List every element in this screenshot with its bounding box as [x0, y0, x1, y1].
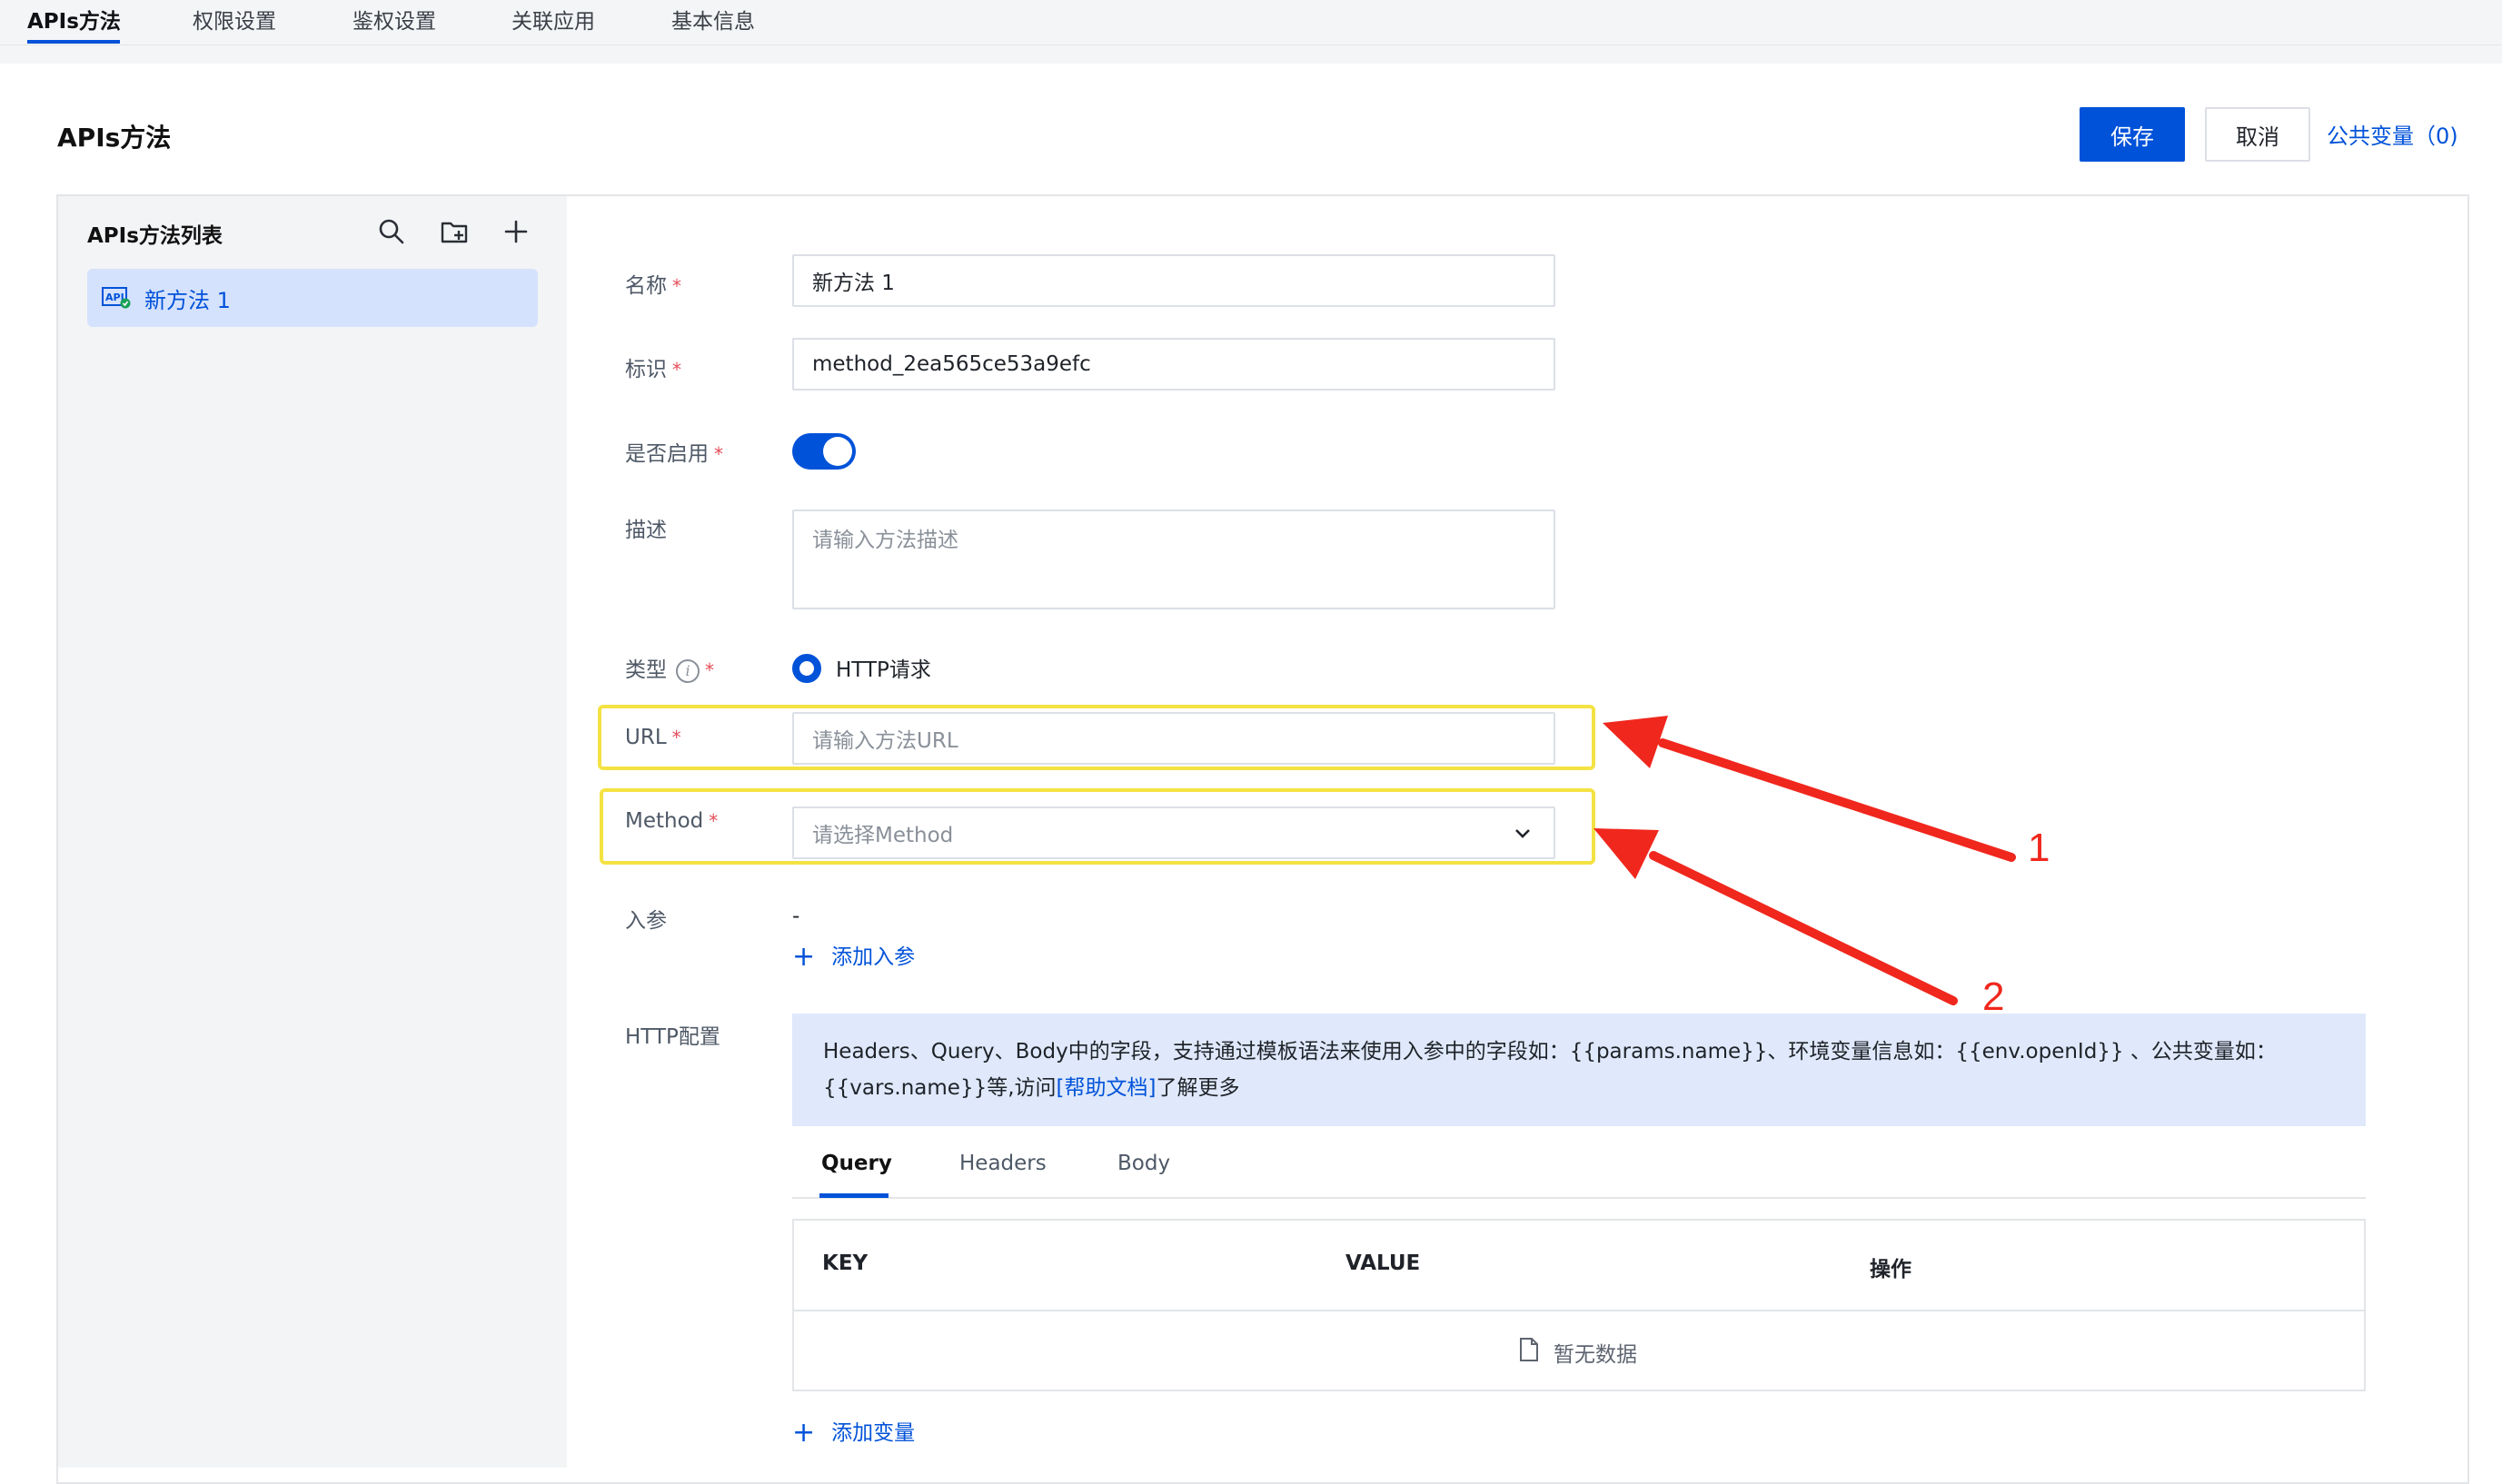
tab-body[interactable]: Body: [1117, 1152, 1170, 1175]
identifier-label: 标识 *: [625, 358, 681, 381]
column-actions: 操作: [1870, 1258, 1911, 1281]
http-request-radio[interactable]: [792, 654, 821, 683]
help-doc-link[interactable]: [帮助文档]: [1057, 1076, 1157, 1100]
toggle-knob: [823, 437, 852, 466]
identifier-input[interactable]: method_2ea565ce53a9efc: [792, 338, 1555, 391]
template-syntax-notice: Headers、Query、Body中的字段，支持通过模板语法来使用入参中的字段…: [792, 1014, 2366, 1126]
tab-auth-settings[interactable]: 鉴权设置: [352, 4, 436, 35]
http-request-radio-label: HTTP请求: [836, 658, 931, 682]
active-subtab-indicator: [819, 1193, 889, 1198]
http-config-tabs: Query Headers Body: [792, 1152, 2366, 1199]
name-input[interactable]: 新方法 1: [792, 254, 1555, 307]
plus-icon: +: [792, 941, 816, 973]
column-value: VALUE: [1345, 1252, 1421, 1275]
method-label: Method *: [625, 809, 719, 833]
tab-permissions[interactable]: 权限设置: [193, 4, 276, 35]
plus-icon[interactable]: [501, 216, 531, 247]
cancel-button[interactable]: 取消: [2205, 107, 2310, 162]
save-button[interactable]: 保存: [2080, 107, 2185, 162]
enabled-label: 是否启用 *: [625, 442, 723, 466]
tab-query[interactable]: Query: [821, 1152, 892, 1175]
params-label: 入参: [625, 909, 667, 933]
type-label: 类型 i *: [625, 658, 714, 683]
plus-icon: +: [792, 1417, 816, 1449]
sidebar-title: APIs方法列表: [87, 224, 223, 248]
description-label: 描述: [625, 519, 667, 542]
tab-basic-info[interactable]: 基本信息: [671, 4, 755, 35]
empty-state-text: 暂无数据: [1554, 1343, 1637, 1367]
tab-linked-apps[interactable]: 关联应用: [511, 4, 595, 35]
header-gap: [0, 45, 2502, 64]
sidebar-item-label: 新方法 1: [144, 288, 231, 313]
public-variables-link[interactable]: 公共变量（0): [2327, 118, 2458, 150]
params-empty-value: -: [792, 905, 800, 928]
search-icon[interactable]: [376, 216, 407, 247]
chevron-down-icon: [1515, 829, 1530, 838]
url-label: URL *: [625, 726, 681, 749]
query-table-header: [792, 1219, 2366, 1311]
add-variable-button[interactable]: + 添加变量: [792, 1415, 915, 1449]
http-config-label: HTTP配置: [625, 1025, 720, 1049]
folder-add-icon[interactable]: [439, 216, 470, 247]
page-title: APIs方法: [57, 123, 172, 153]
api-icon: API: [102, 287, 131, 309]
tab-apis-methods[interactable]: APIs方法: [27, 4, 121, 35]
info-icon[interactable]: i: [676, 658, 700, 683]
methods-sidebar: [58, 196, 567, 1468]
active-tab-indicator: [27, 40, 120, 44]
top-tab-bar: APIs方法 权限设置 鉴权设置 关联应用 基本信息: [0, 0, 2502, 45]
method-select[interactable]: 请选择Method: [792, 806, 1555, 859]
document-icon: [1520, 1338, 1538, 1361]
column-key: KEY: [822, 1252, 869, 1275]
name-label: 名称 *: [625, 274, 681, 298]
tab-headers[interactable]: Headers: [959, 1152, 1047, 1175]
description-textarea[interactable]: 请输入方法描述: [792, 510, 1555, 609]
url-input[interactable]: 请输入方法URL: [792, 712, 1555, 765]
add-param-button[interactable]: + 添加入参: [792, 939, 915, 973]
